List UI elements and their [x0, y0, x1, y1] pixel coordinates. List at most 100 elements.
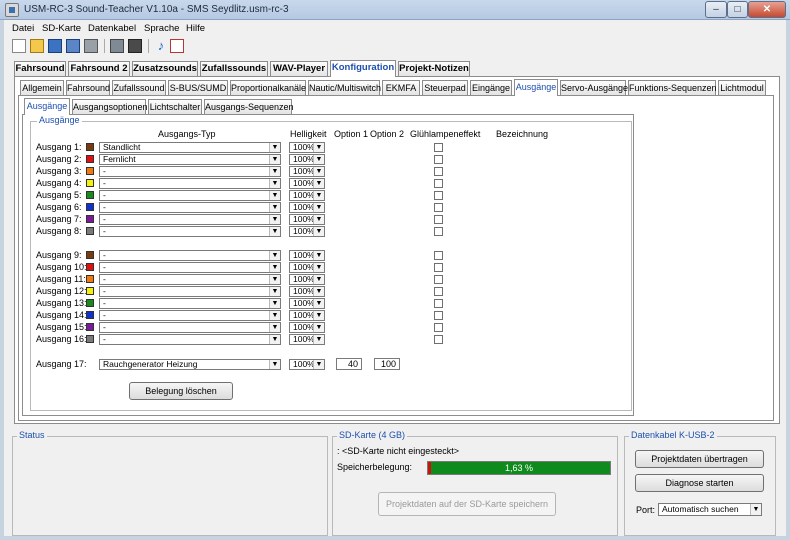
- tab-eingaenge[interactable]: Eingänge: [470, 80, 512, 96]
- output-12-brightness-select[interactable]: 100% ▼: [289, 286, 325, 297]
- tab-steuerpad[interactable]: Steuerpad: [422, 80, 468, 96]
- tab-ausgangs-sequenzen[interactable]: Ausgangs-Sequenzen: [204, 99, 294, 115]
- tab-ausgaenge[interactable]: Ausgänge: [514, 79, 558, 96]
- menu-datei[interactable]: Datei: [12, 23, 34, 34]
- output-17-type-select[interactable]: Rauchgenerator Heizung ▼: [99, 359, 281, 370]
- output-13-glow-checkbox[interactable]: [434, 299, 443, 308]
- output-15-type-select[interactable]: - ▼: [99, 322, 281, 333]
- print-icon[interactable]: [84, 39, 98, 53]
- output-14-brightness-select[interactable]: 100% ▼: [289, 310, 325, 321]
- output-2-type-select[interactable]: Fernlicht ▼: [99, 154, 281, 165]
- tab-nautic-multiswitch[interactable]: Nautic/Multiswitch: [308, 80, 381, 96]
- output-17-brightness-select[interactable]: 100% ▼: [289, 359, 325, 370]
- tab-ausgaenge-sub[interactable]: Ausgänge: [24, 98, 70, 115]
- output-12-glow-checkbox[interactable]: [434, 287, 443, 296]
- output-4-brightness-select[interactable]: 100% ▼: [289, 178, 325, 189]
- tab-funktions-sequenzen[interactable]: Funktions-Sequenzen: [628, 80, 717, 96]
- output-2-glow-checkbox[interactable]: [434, 155, 443, 164]
- output-1-glow-checkbox[interactable]: [434, 143, 443, 152]
- tab-fahrsound-2[interactable]: Fahrsound 2: [68, 61, 130, 77]
- help-book-icon[interactable]: [170, 39, 184, 53]
- clear-assignment-button[interactable]: Belegung löschen: [129, 382, 233, 400]
- output-4-type-select[interactable]: - ▼: [99, 178, 281, 189]
- output-2-brightness-select[interactable]: 100% ▼: [289, 154, 325, 165]
- output-9-type-select[interactable]: - ▼: [99, 250, 281, 261]
- output-7-glow-checkbox[interactable]: [434, 215, 443, 224]
- output-10-type-select[interactable]: - ▼: [99, 262, 281, 273]
- output-7-brightness-select[interactable]: 100% ▼: [289, 214, 325, 225]
- tab-allgemein[interactable]: Allgemein: [20, 80, 64, 96]
- output-1-brightness-select[interactable]: 100% ▼: [289, 142, 325, 153]
- output-14-glow-checkbox[interactable]: [434, 311, 443, 320]
- output-11-brightness-select[interactable]: 100% ▼: [289, 274, 325, 285]
- output-13-brightness-select[interactable]: 100% ▼: [289, 298, 325, 309]
- output-4-glow-checkbox[interactable]: [434, 179, 443, 188]
- new-file-icon[interactable]: [12, 39, 26, 53]
- tab-proportionalkanaele[interactable]: Proportionalkanäle: [230, 80, 306, 96]
- save-icon[interactable]: [48, 39, 62, 53]
- output-3-type-select[interactable]: - ▼: [99, 166, 281, 177]
- output-16-type-select[interactable]: - ▼: [99, 334, 281, 345]
- music-note-icon[interactable]: ♪: [154, 39, 168, 53]
- output-8-glow-checkbox[interactable]: [434, 227, 443, 236]
- menu-hilfe[interactable]: Hilfe: [186, 23, 205, 34]
- output-10-brightness-select[interactable]: 100% ▼: [289, 262, 325, 273]
- output-8-brightness-select[interactable]: 100% ▼: [289, 226, 325, 237]
- transfer-project-button[interactable]: Projektdaten übertragen: [635, 450, 764, 468]
- tab-fahrsound-config[interactable]: Fahrsound: [66, 80, 110, 96]
- output-3-glow-checkbox[interactable]: [434, 167, 443, 176]
- save-to-sdcard-button[interactable]: Projektdaten auf der SD-Karte speichern: [378, 492, 556, 516]
- tab-zufallssounds[interactable]: Zufallssounds: [200, 61, 268, 77]
- tab-konfiguration[interactable]: Konfiguration: [330, 60, 396, 77]
- port-select[interactable]: Automatisch suchen ▼: [658, 503, 762, 516]
- start-diagnosis-button[interactable]: Diagnose starten: [635, 474, 764, 492]
- calculator-icon[interactable]: [110, 39, 124, 53]
- tab-zusatzsounds[interactable]: Zusatzsounds: [132, 61, 198, 77]
- output-16-glow-checkbox[interactable]: [434, 335, 443, 344]
- tab-lichtschalter[interactable]: Lichtschalter: [148, 99, 202, 115]
- output-8-type-select[interactable]: - ▼: [99, 226, 281, 237]
- menu-sd-karte[interactable]: SD-Karte: [42, 23, 81, 34]
- open-folder-icon[interactable]: [30, 39, 44, 53]
- output-11-type-select[interactable]: - ▼: [99, 274, 281, 285]
- tab-ausgangsoptionen[interactable]: Ausgangsoptionen: [72, 99, 148, 115]
- output-3-brightness-select[interactable]: 100% ▼: [289, 166, 325, 177]
- output-5-type-select[interactable]: - ▼: [99, 190, 281, 201]
- output-5-glow-checkbox[interactable]: [434, 191, 443, 200]
- tab-servo-ausgaenge[interactable]: Servo-Ausgänge: [560, 80, 628, 96]
- output-6-brightness-select[interactable]: 100% ▼: [289, 202, 325, 213]
- output-5-brightness-select[interactable]: 100% ▼: [289, 190, 325, 201]
- usb-cable-icon[interactable]: [128, 39, 142, 53]
- tab-lichtmodul[interactable]: Lichtmodul: [718, 80, 766, 96]
- minimize-button[interactable]: –: [705, 1, 727, 18]
- output-16-brightness-select[interactable]: 100% ▼: [289, 334, 325, 345]
- tab-wav-player[interactable]: WAV-Player: [270, 61, 328, 77]
- close-button[interactable]: ✕: [748, 1, 786, 18]
- output-14-type-select[interactable]: - ▼: [99, 310, 281, 321]
- maximize-button[interactable]: □: [727, 1, 748, 18]
- output-9-glow-checkbox[interactable]: [434, 251, 443, 260]
- tab-projekt-notizen[interactable]: Projekt-Notizen: [398, 61, 470, 77]
- output-11-glow-checkbox[interactable]: [434, 275, 443, 284]
- output-6-type-select[interactable]: - ▼: [99, 202, 281, 213]
- output-12-type-select[interactable]: - ▼: [99, 286, 281, 297]
- menu-sprache[interactable]: Sprache: [144, 23, 179, 34]
- tab-ekmfa[interactable]: EKMFA: [382, 80, 420, 96]
- output-7-type-select[interactable]: - ▼: [99, 214, 281, 225]
- output-9-brightness-select[interactable]: 100% ▼: [289, 250, 325, 261]
- save-as-icon[interactable]: [66, 39, 80, 53]
- tab-fahrsound[interactable]: Fahrsound: [14, 61, 66, 77]
- output-17-option1-field[interactable]: 40: [336, 358, 362, 370]
- output-1-type-select[interactable]: Standlicht ▼: [99, 142, 281, 153]
- output-15-glow-checkbox[interactable]: [434, 323, 443, 332]
- output-6-glow-checkbox[interactable]: [434, 203, 443, 212]
- chevron-down-icon: ▼: [313, 251, 324, 260]
- output-13-type-select[interactable]: - ▼: [99, 298, 281, 309]
- output-15-brightness-select[interactable]: 100% ▼: [289, 322, 325, 333]
- output-17-option2-field[interactable]: 100: [374, 358, 400, 370]
- tab-zufallssound[interactable]: Zufallssound: [112, 80, 166, 96]
- menu-datenkabel[interactable]: Datenkabel: [88, 23, 136, 34]
- output-16-brightness-value: 100%: [293, 334, 315, 344]
- output-10-glow-checkbox[interactable]: [434, 263, 443, 272]
- tab-sbus-sumd[interactable]: S-BUS/SUMD: [168, 80, 228, 96]
